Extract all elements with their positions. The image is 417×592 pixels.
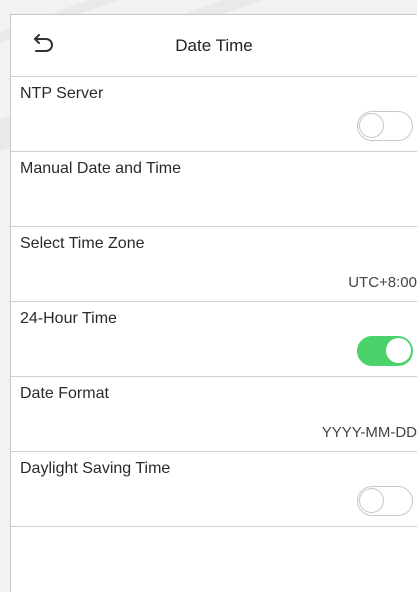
page-title: Date Time [175,35,253,55]
page-header: Date Time [11,15,417,77]
time-zone-row[interactable]: Select Time Zone UTC+8:00 [11,227,417,302]
toggle-knob [359,113,384,138]
manual-date-time-row[interactable]: Manual Date and Time [11,152,417,227]
ntp-server-row[interactable]: NTP Server [11,77,417,152]
daylight-saving-row[interactable]: Daylight Saving Time [11,452,417,527]
date-time-screen: Date Time NTP Server Manual Date and Tim… [0,0,417,592]
back-arrow-icon[interactable] [31,34,55,56]
daylight-saving-label: Daylight Saving Time [20,460,171,477]
time-zone-value: UTC+8:00 [348,274,417,291]
date-format-label: Date Format [20,385,109,402]
toggle-knob [359,488,384,513]
manual-date-time-label: Manual Date and Time [20,160,181,177]
24-hour-time-toggle[interactable] [357,336,413,366]
date-format-row[interactable]: Date Format YYYY-MM-DD [11,377,417,452]
toggle-knob [386,338,411,363]
ntp-server-label: NTP Server [20,85,104,102]
date-format-value: YYYY-MM-DD [321,424,417,441]
24-hour-time-label: 24-Hour Time [20,310,117,327]
settings-panel: Date Time NTP Server Manual Date and Tim… [10,14,417,592]
time-zone-label: Select Time Zone [20,235,145,252]
24-hour-time-row[interactable]: 24-Hour Time [11,302,417,377]
daylight-saving-toggle[interactable] [357,486,413,516]
ntp-server-toggle[interactable] [357,111,413,141]
